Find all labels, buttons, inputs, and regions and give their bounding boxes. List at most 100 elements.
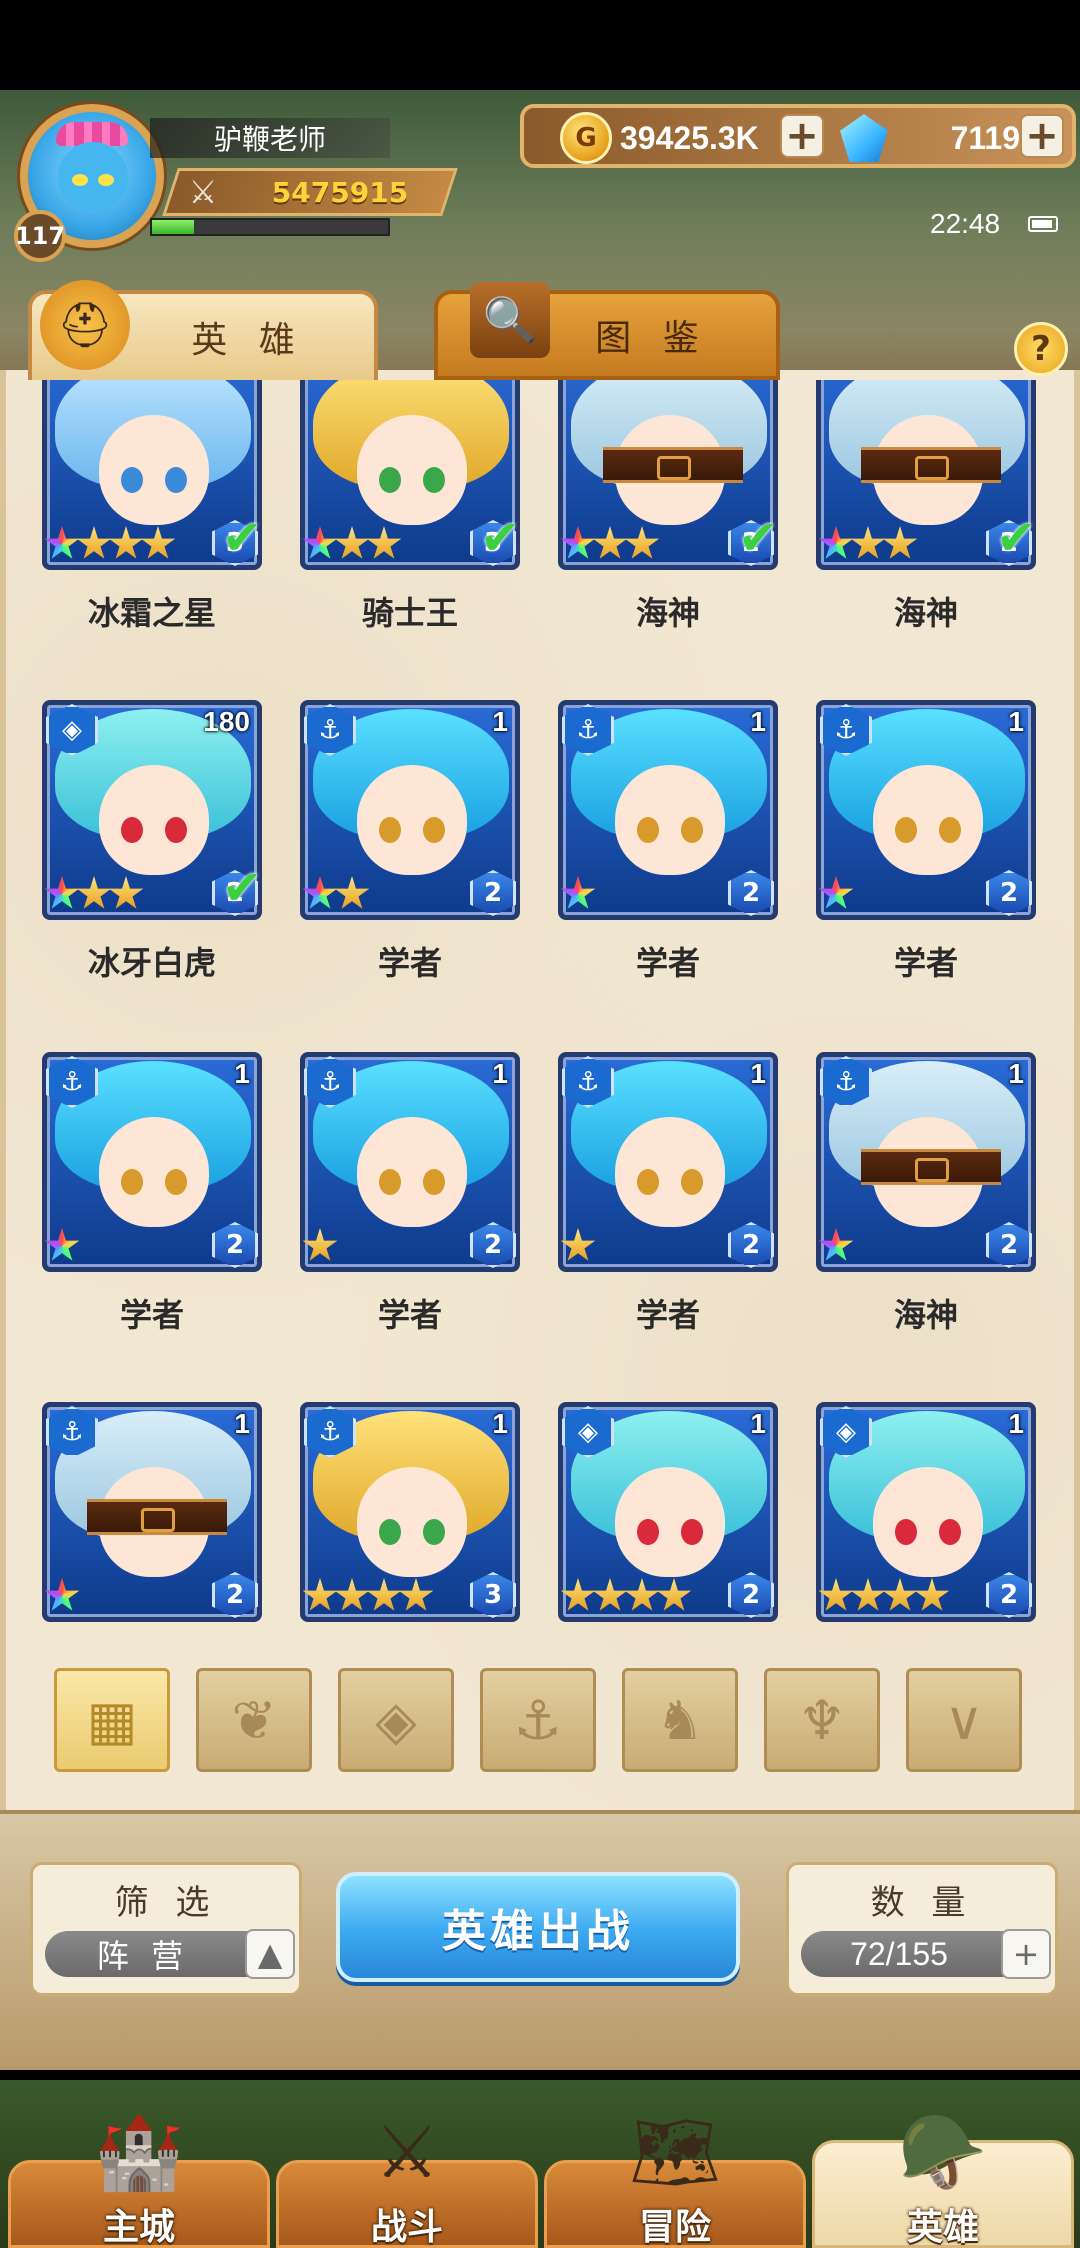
- hero-card[interactable]: ⚓ 1 2: [558, 700, 778, 920]
- hero-name: 学者: [893, 944, 958, 982]
- hero-eye: [895, 817, 917, 843]
- star-icon: [882, 526, 918, 559]
- deploy-heroes-button[interactable]: 英雄出战: [336, 1872, 740, 1982]
- hero-eye: [121, 817, 143, 843]
- star-icon: [108, 526, 144, 559]
- star-icon: [818, 526, 854, 559]
- hero-eye: [637, 817, 659, 843]
- hero-card[interactable]: ⚓ 1 3: [300, 1402, 520, 1622]
- hero-stars: [818, 1228, 854, 1268]
- hero-stars: [302, 876, 370, 916]
- hero-face: [99, 765, 209, 875]
- hero-level: 1: [750, 1408, 766, 1439]
- hero-eye: [939, 817, 961, 843]
- hero-face: [873, 1467, 983, 1577]
- hero-stars: [44, 526, 176, 566]
- deployed-check-icon: ✔: [738, 510, 779, 566]
- filter-demon-button[interactable]: ♆: [764, 1668, 880, 1772]
- hero-face: [615, 1467, 725, 1577]
- add-gold-button[interactable]: +: [780, 113, 824, 159]
- xp-fill: [152, 220, 195, 234]
- status-bar: [0, 0, 1080, 90]
- hero-card[interactable]: ⚓ 1 2: [42, 1052, 262, 1272]
- star-icon: [398, 1578, 434, 1611]
- hero-card[interactable]: 2 ✔: [558, 380, 778, 570]
- help-button[interactable]: ?: [1014, 322, 1068, 376]
- hero-card[interactable]: 3 ✔: [300, 380, 520, 570]
- filter-anchor-button[interactable]: ⚓: [480, 1668, 596, 1772]
- hero-face: [357, 1117, 467, 1227]
- hero-eye: [637, 1169, 659, 1195]
- filter-wing-button[interactable]: ∨: [906, 1668, 1022, 1772]
- magnifier-icon: 🔍: [470, 282, 550, 358]
- hero-card[interactable]: ◈ 180 2 ✔: [42, 700, 262, 920]
- hero-face: [615, 1117, 725, 1227]
- leaf-icon: ❦: [231, 1688, 277, 1752]
- star-icon: [302, 1578, 338, 1611]
- hero-eye: [379, 1169, 401, 1195]
- hero-eye: [895, 1519, 917, 1545]
- nav-label: 冒险: [638, 2207, 711, 2248]
- hero-name: 学者: [377, 1296, 442, 1334]
- clock: 22:48: [930, 208, 1001, 239]
- hero-card[interactable]: ⚓ 1 2: [42, 1402, 262, 1622]
- wing-icon: ∨: [944, 1688, 984, 1752]
- hero-stars: [302, 1578, 434, 1618]
- hero-name: 冰霜之星: [87, 594, 216, 632]
- star-icon: [76, 526, 112, 559]
- add-gems-button[interactable]: +: [1020, 113, 1064, 159]
- hero-card[interactable]: 3 ✔: [42, 380, 262, 570]
- grid-icon: ▦: [86, 1688, 138, 1752]
- hero-card[interactable]: ⚓ 1 2: [816, 700, 1036, 920]
- hero-level: 1: [234, 1408, 250, 1439]
- filter-dragon-button[interactable]: ♞: [622, 1668, 738, 1772]
- hero-stars: [560, 526, 660, 566]
- hero-card[interactable]: 2 ✔: [816, 380, 1036, 570]
- helmet-icon: 🪖: [898, 2109, 988, 2194]
- hero-blindfold: [861, 1149, 1001, 1185]
- star-icon: [818, 876, 854, 909]
- hero-stars: [302, 1228, 338, 1268]
- star-icon: [560, 526, 596, 559]
- hero-name: 学者: [635, 1296, 700, 1334]
- filter-diamond-button[interactable]: ◈: [338, 1668, 454, 1772]
- count-title: 数 量: [870, 1883, 974, 1923]
- crossed-swords-icon: ⚔: [188, 173, 218, 211]
- expand-capacity-button[interactable]: +: [1001, 1929, 1051, 1979]
- filter-grid-button[interactable]: ▦: [54, 1668, 170, 1772]
- hero-level: 1: [492, 706, 508, 737]
- hero-eye: [121, 1169, 143, 1195]
- filter-leaf-button[interactable]: ❦: [196, 1668, 312, 1772]
- hero-face: [873, 765, 983, 875]
- hero-name: 海神: [893, 594, 958, 632]
- filter-box: 筛 选 阵 营 ▲: [30, 1862, 302, 1996]
- hero-card[interactable]: ⚓ 1 2: [558, 1052, 778, 1272]
- hero-face: [357, 765, 467, 875]
- hero-stars: [44, 1578, 80, 1618]
- chevron-up-icon[interactable]: ▲: [245, 1929, 295, 1979]
- count-box: 数 量 72/155 +: [786, 1862, 1058, 1996]
- star-icon: [44, 1578, 80, 1611]
- hero-card[interactable]: ⚓ 1 2: [300, 700, 520, 920]
- hero-face: [357, 415, 467, 525]
- hero-card[interactable]: ⚓ 1 2: [816, 1052, 1036, 1272]
- hero-face: [99, 1117, 209, 1227]
- avatar-eye: [72, 174, 88, 186]
- hero-card[interactable]: ⚓ 1 2: [300, 1052, 520, 1272]
- hero-eye: [423, 817, 445, 843]
- knight-helmet-icon: ⛑: [40, 280, 130, 370]
- nav-label: 主城: [102, 2207, 175, 2248]
- star-icon: [302, 526, 338, 559]
- hero-eye: [423, 1169, 445, 1195]
- hero-card[interactable]: ◈ 1 2: [558, 1402, 778, 1622]
- demon-icon: ♆: [797, 1688, 847, 1752]
- hero-card[interactable]: ◈ 1 2: [816, 1402, 1036, 1622]
- hero-eye: [379, 1519, 401, 1545]
- map-icon: 🗺: [629, 2109, 721, 2194]
- avatar-eye: [98, 174, 114, 186]
- combat-power: 5475915: [271, 175, 409, 209]
- star-icon: [76, 876, 112, 909]
- hero-eye: [681, 1169, 703, 1195]
- star-icon: [914, 1578, 950, 1611]
- hero-stars: [818, 526, 918, 566]
